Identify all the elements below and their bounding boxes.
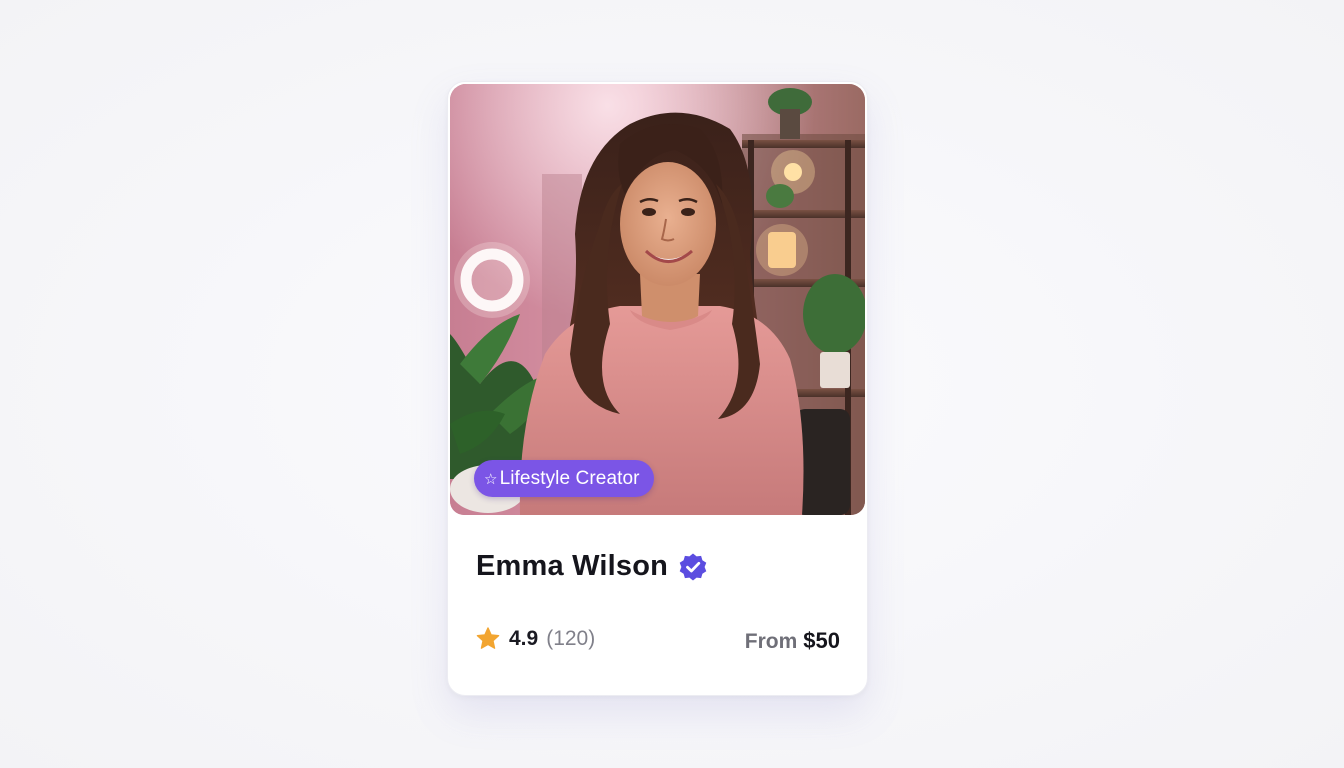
review-count: (120) (546, 627, 596, 650)
price: From $50 (745, 628, 840, 654)
creator-card[interactable]: ☆ Lifestyle Creator Emma Wilson 4.9 (120… (447, 81, 868, 696)
creator-name-row: Emma Wilson (476, 550, 708, 583)
page-background: ☆ Lifestyle Creator Emma Wilson 4.9 (120… (0, 0, 1344, 768)
category-badge[interactable]: ☆ Lifestyle Creator (474, 460, 654, 497)
price-prefix: From (744, 630, 798, 653)
price-value: $50 (803, 628, 840, 653)
star-outline-icon: ☆ (484, 470, 498, 488)
rating-value: 4.9 (509, 627, 539, 650)
rating: 4.9 (120) (475, 626, 595, 652)
star-icon (475, 626, 501, 652)
creator-name[interactable]: Emma Wilson (476, 550, 668, 583)
creator-photo[interactable] (450, 84, 865, 515)
category-badge-label: Lifestyle Creator (499, 467, 640, 489)
verified-check-icon (678, 552, 708, 582)
